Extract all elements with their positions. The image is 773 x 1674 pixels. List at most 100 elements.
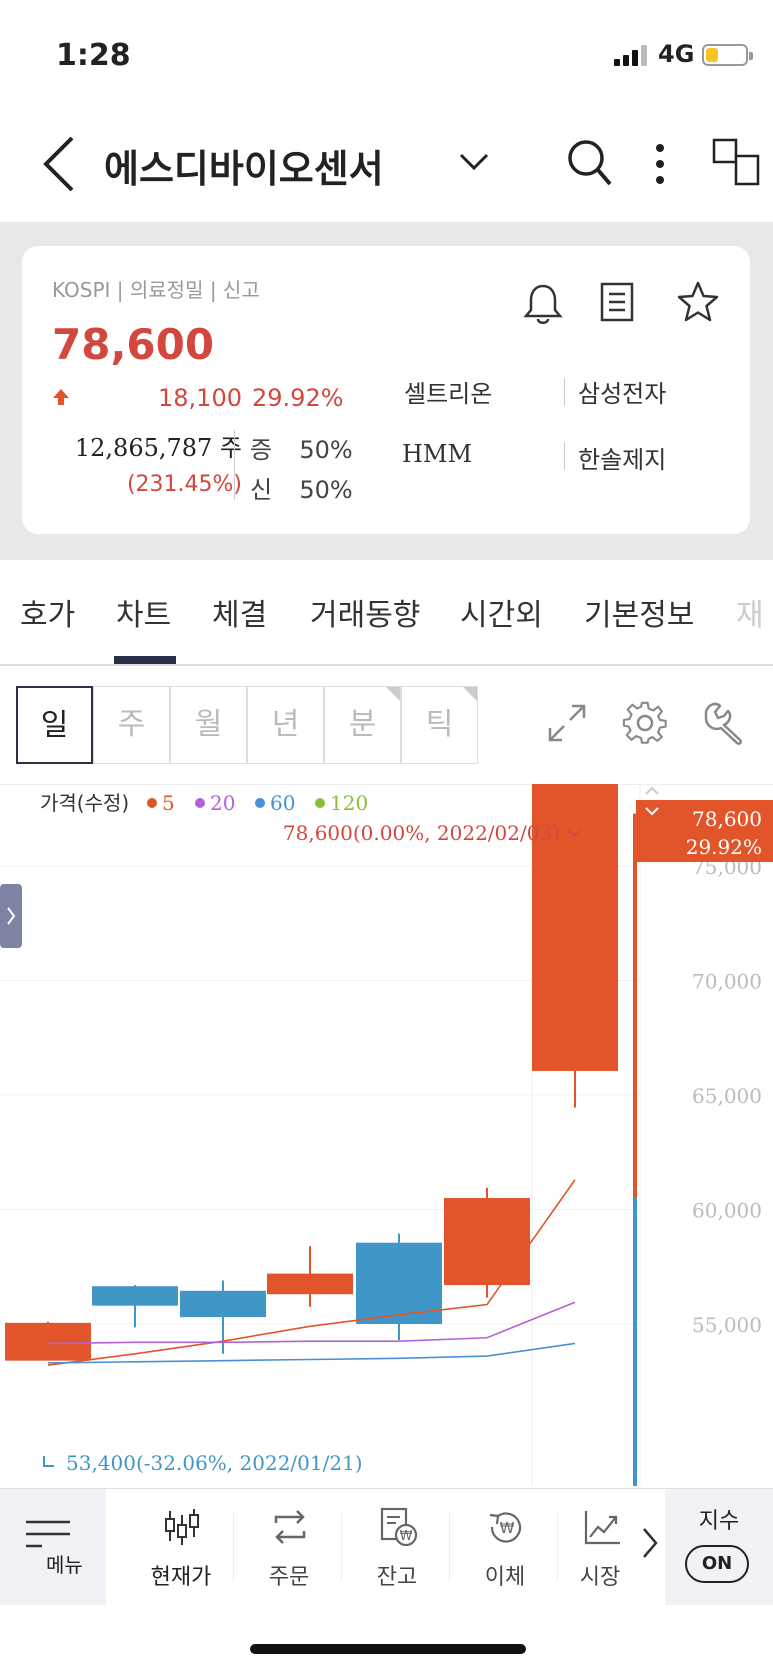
y-tick-label: 65,000 [692,1084,762,1108]
signal-icon [614,45,647,66]
period-day[interactable]: 일 [16,686,93,764]
chevron-down-icon[interactable] [458,150,490,174]
home-indicator [250,1644,526,1654]
detail-tabs: 호가 차트 체결 거래동향 시간외 기본정보 재 [0,560,773,666]
current-rate-label: 29.92% [686,835,762,859]
legend-ma-60: 60 [270,791,295,815]
y-tick-label: 60,000 [692,1199,762,1223]
active-tab-indicator [114,656,176,664]
menu-label: 메뉴 [46,1553,83,1577]
candlestick-icon [165,1509,199,1545]
back-icon[interactable] [40,134,80,194]
nav-label: 이체 [484,1565,526,1590]
moving-average-line-60 [47,1342,576,1364]
drawer-handle [0,884,22,948]
wrench-icon[interactable] [700,700,746,746]
trade-volume: 12,865,787 주 [74,434,242,462]
index-toggle[interactable]: 지수 ON [665,1489,773,1605]
candle-body [444,1198,530,1286]
stock-title[interactable]: 에스디바이오센서 [104,138,384,193]
candle-body [5,1322,91,1361]
tab-hoga[interactable]: 호가 [20,590,75,634]
price-chart[interactable]: 75,00070,00065,00060,00055,00078,60029.9… [0,784,773,1486]
up-arrow-icon [53,389,69,405]
period-month[interactable]: 월 [170,686,247,764]
credit-label: 신 [250,476,273,504]
legend-dot [255,798,265,808]
volume-rate: (231.45%) [126,472,242,497]
current-price: 78,600 [52,320,215,369]
credit-rate: 신 50% [250,470,353,505]
nav-balance[interactable]: ₩ 잔고 [344,1489,450,1605]
bottom-nav: 메뉴 현재가 주문 ₩ 잔고 ₩ 이체 시장 지수 ON [0,1488,773,1606]
related-stock-3[interactable]: HMM [402,440,472,468]
tab-basic-info[interactable]: 기본정보 [584,590,694,634]
legend-ma-120: 120 [330,791,368,815]
nav-label: 잔고 [376,1565,418,1590]
moving-average-line-20 [47,1301,576,1345]
period-minute[interactable]: 분 [324,686,401,764]
tab-after-hours[interactable]: 시간외 [460,590,543,634]
tab-more[interactable]: 재 [736,590,764,634]
network-type: 4G [658,40,695,68]
swap-arrows-icon [274,1510,306,1544]
related-stock-1[interactable]: 셀트리온 [404,374,492,409]
menu-button[interactable]: 메뉴 [0,1489,106,1605]
market-info: KOSPI | 의료정밀 | 신고 [52,278,260,302]
margin-deposit-value: 50% [299,436,353,464]
high-annotation: 78,600(0.00%, 2022/02/03) [283,821,560,845]
low-marker-icon [43,1456,54,1467]
divider [564,442,565,470]
chevron-right-icon[interactable] [640,1525,660,1561]
legend-dot [195,798,205,808]
index-toggle-on[interactable]: ON [685,1545,749,1583]
nav-current-price[interactable]: 현재가 [128,1489,234,1605]
expand-icon[interactable] [544,700,590,746]
margin-deposit-label: 증 [250,436,273,464]
chevron-up-icon [645,786,659,795]
memo-icon[interactable] [600,282,634,322]
divider [234,430,235,500]
star-icon[interactable] [676,280,720,324]
tab-chart[interactable]: 차트 [116,590,171,634]
nav-market[interactable]: 시장 [560,1489,640,1605]
bell-icon[interactable] [522,282,564,326]
window-switch-icon[interactable] [712,138,760,186]
credit-value: 50% [299,476,353,504]
svg-text:₩: ₩ [400,1529,413,1544]
period-week[interactable]: 주 [93,686,170,764]
stock-summary-card: KOSPI | 의료정밀 | 신고 78,600 18,100 29.92% 1… [22,246,750,534]
status-time: 1:28 [56,38,131,73]
nav-order[interactable]: 주문 [236,1489,342,1605]
related-stock-2[interactable]: 삼성전자 [578,374,666,409]
tab-trades[interactable]: 체결 [212,590,267,634]
svg-text:₩: ₩ [500,1519,515,1537]
nav-transfer[interactable]: ₩ 이체 [452,1489,558,1605]
more-vertical-icon[interactable] [650,140,670,190]
period-year[interactable]: 년 [247,686,324,764]
transfer-won-icon: ₩ [489,1512,522,1543]
price-change: 18,100 [158,384,242,412]
y-tick-label: 70,000 [692,970,762,994]
current-price-label: 78,600 [692,807,762,831]
price-indicator-bar [633,1198,637,1486]
period-tick[interactable]: 틱 [401,686,478,764]
price-indicator-bar [633,813,637,1199]
search-icon[interactable] [566,138,614,188]
settings-gear-icon[interactable] [622,700,668,746]
change-rate: 29.92% [252,384,344,412]
battery-icon [702,44,753,66]
tab-trade-trend[interactable]: 거래동향 [310,590,420,634]
legend-ma-20: 20 [210,791,235,815]
index-label: 지수 [698,1509,740,1534]
chart-legend-title: 가격(수정) [40,791,129,815]
nav-label: 주문 [268,1565,310,1590]
margin-deposit: 증 50% [250,430,353,465]
candle-body [92,1286,178,1306]
related-stock-4[interactable]: 한솔제지 [578,440,666,475]
period-minute-label: 분 [348,707,377,742]
legend-dot [147,798,157,808]
candle-body [267,1273,353,1295]
nav-label: 시장 [579,1565,621,1590]
period-tick-label: 틱 [425,707,454,742]
